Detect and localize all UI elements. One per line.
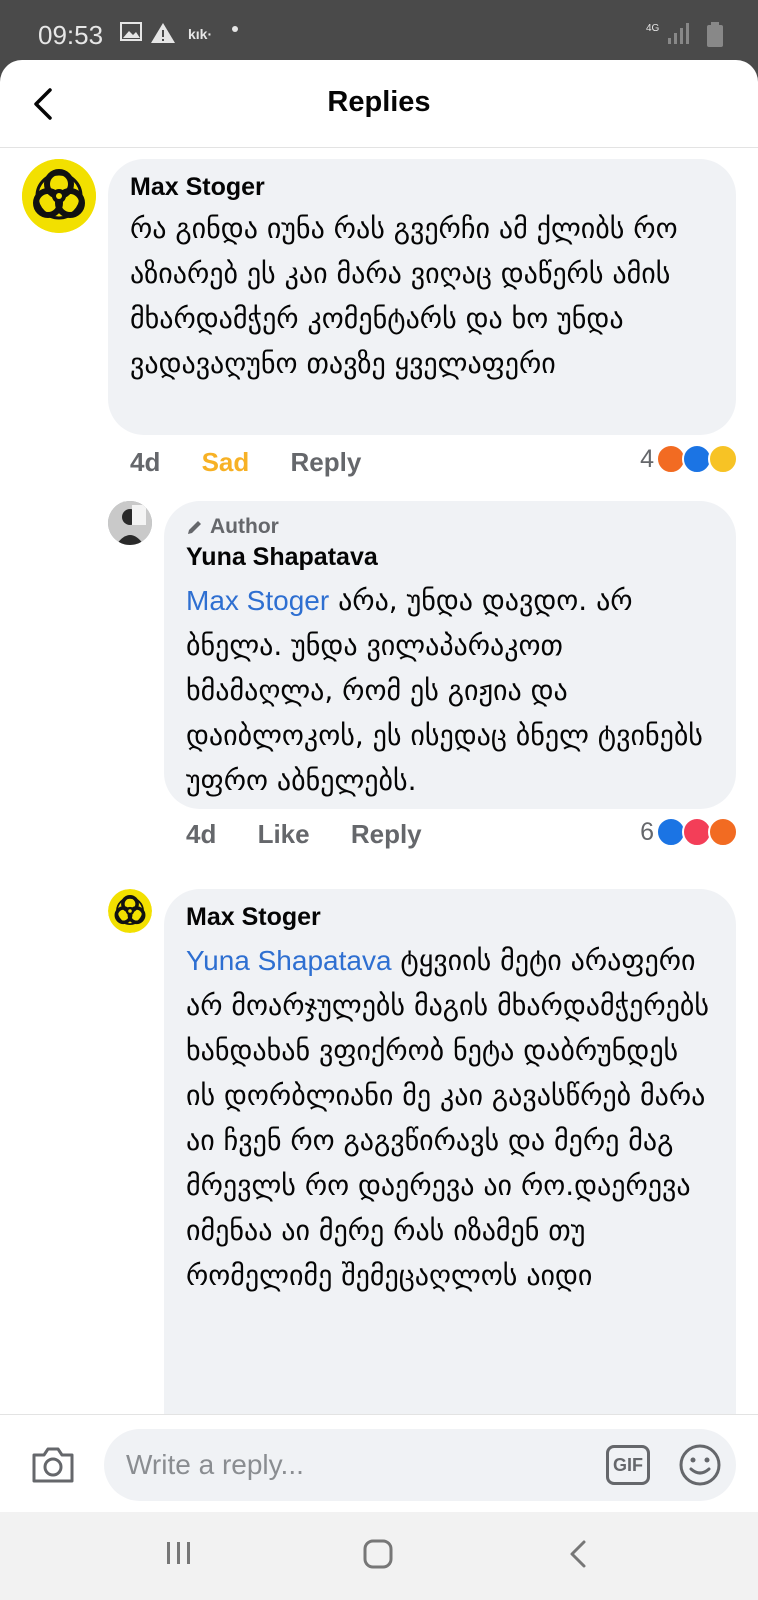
status-bar: 09:53 kık· 4G xyxy=(0,0,758,62)
avatar[interactable] xyxy=(108,889,152,933)
camera-icon[interactable] xyxy=(30,1445,76,1485)
comment-text: რა გინდა იუნა რას გვერჩი ამ ქლიბს რო აზი… xyxy=(130,212,678,380)
reply-button[interactable]: Reply xyxy=(351,819,422,849)
comment-bubble: Author Yuna Shapatava Max Stoger არა, უნ… xyxy=(164,501,736,809)
reaction-summary[interactable]: 6 xyxy=(640,817,738,847)
author-badge: Author xyxy=(186,515,714,539)
comment-actions: 4d Like Reply xyxy=(186,819,456,850)
mention-link[interactable]: Yuna Shapatava xyxy=(186,945,392,976)
system-nav-bar xyxy=(0,1512,758,1600)
biohazard-icon xyxy=(22,159,96,233)
reaction-count: 6 xyxy=(640,817,654,846)
mention-link[interactable]: Max Stoger xyxy=(186,585,329,616)
gif-button[interactable]: GIF xyxy=(606,1445,650,1485)
header: Replies xyxy=(0,60,758,148)
reaction-summary[interactable]: 4 xyxy=(640,444,738,474)
comment-author[interactable]: Yuna Shapatava xyxy=(186,543,714,572)
warning-icon xyxy=(151,23,175,43)
comment-feed[interactable]: Max Stoger რა გინდა იუნა რას გვერჩი ამ ქ… xyxy=(0,149,758,1474)
comment-author[interactable]: Max Stoger xyxy=(186,903,714,932)
reaction-count: 4 xyxy=(640,444,654,473)
person-avatar-icon xyxy=(108,501,152,545)
dot-icon xyxy=(232,26,238,32)
angry-reaction-icon xyxy=(708,817,738,847)
comment-text: Max Stoger არა, უნდა დავდო. არ ბნელა. უნ… xyxy=(186,578,714,803)
sad-reaction-icon xyxy=(708,444,738,474)
comment-bubble: Max Stoger რა გინდა იუნა რას გვერჩი ამ ქ… xyxy=(108,159,736,435)
reply-input[interactable]: Write a reply... GIF xyxy=(104,1429,736,1501)
comment-bubble: Max Stoger Yuna Shapatava ტყვიის მეტი არ… xyxy=(164,889,736,1474)
home-icon[interactable] xyxy=(362,1538,394,1570)
comment-time: 4d xyxy=(130,447,161,477)
signal-icon: 4G xyxy=(646,23,689,44)
reaction-button[interactable]: Sad xyxy=(202,447,250,477)
author-badge-label: Author xyxy=(210,515,279,538)
replies-sheet: Replies Max Stoger რა გინდა იუნა რას გვე… xyxy=(0,60,758,1512)
avatar[interactable] xyxy=(22,159,96,233)
reply-bar: Write a reply... GIF xyxy=(0,1414,758,1512)
status-time: 09:53 xyxy=(38,20,104,50)
gallery-icon xyxy=(120,22,142,41)
comment-text: Yuna Shapatava ტყვიის მეტი არაფერი არ მო… xyxy=(186,938,714,1298)
comment-time: 4d xyxy=(186,819,217,849)
biohazard-icon xyxy=(108,889,152,933)
battery-icon xyxy=(707,22,723,47)
carrier-label: kık· xyxy=(188,26,213,42)
comment-body: ტყვიის მეტი არაფერი არ მოარჯულებს მაგის … xyxy=(186,944,709,1292)
nav-back-icon[interactable] xyxy=(566,1538,590,1570)
page-title: Replies xyxy=(327,86,431,118)
reply-button[interactable]: Reply xyxy=(291,447,362,477)
comment-author[interactable]: Max Stoger xyxy=(130,173,714,202)
emoji-icon[interactable] xyxy=(678,1443,722,1487)
pencil-icon xyxy=(188,521,201,534)
svg-text:4G: 4G xyxy=(646,23,660,34)
reply-placeholder: Write a reply... xyxy=(126,1449,304,1480)
avatar[interactable] xyxy=(108,501,152,545)
recent-apps-icon[interactable] xyxy=(164,1538,194,1568)
like-button[interactable]: Like xyxy=(258,819,310,849)
comment-actions: 4d Sad Reply xyxy=(130,447,395,478)
